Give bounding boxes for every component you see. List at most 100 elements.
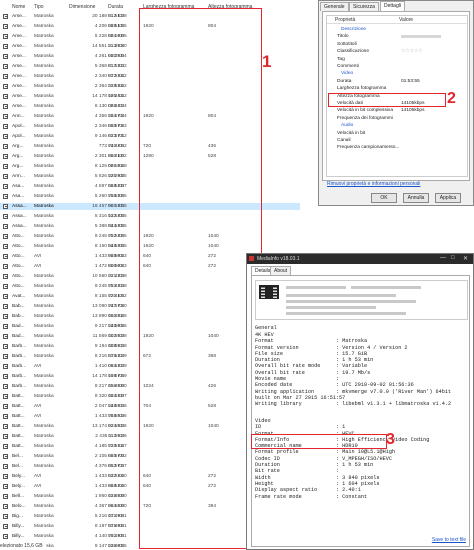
video-file-icon — [3, 534, 8, 539]
file-duration: 01:42:52 — [108, 144, 127, 149]
file-name: Ame... — [12, 24, 26, 29]
apply-button[interactable]: Applica — [435, 193, 461, 203]
close-icon[interactable]: ✕ — [463, 255, 468, 262]
property-name: Video — [341, 71, 354, 77]
property-row[interactable]: Classificazione ☆☆☆☆☆ — [327, 48, 467, 55]
file-duration: 01:57:24 — [108, 114, 127, 119]
file-type: Matroska — [34, 174, 54, 179]
remove-properties-link[interactable]: Rimuovi proprietà e informazioni persona… — [327, 181, 420, 187]
file-type: Matroska — [34, 144, 54, 149]
file-name: Bel... — [12, 464, 23, 469]
maximize-icon[interactable]: □ — [451, 255, 455, 261]
file-type: Matroska — [34, 204, 54, 209]
video-file-icon — [3, 14, 8, 19]
file-name: Avat... — [12, 294, 26, 299]
column-header-property[interactable]: Proprietà — [335, 17, 355, 23]
property-row[interactable]: Commenti — [327, 63, 467, 70]
property-row[interactable]: Frequenza campionamento... — [327, 144, 467, 151]
file-name: Bely... — [12, 484, 25, 489]
property-row[interactable]: Titolo — [327, 33, 467, 40]
file-duration: 01:55:38 — [108, 344, 127, 349]
file-type: AVI — [34, 404, 42, 409]
status-bar-selection: elezionato 15,6 GB — [0, 543, 46, 549]
file-type: Matroska — [34, 324, 54, 329]
property-row[interactable]: Canali — [327, 137, 467, 144]
file-name: Ann... — [12, 114, 25, 119]
annotation-label-2: 2 — [447, 90, 456, 107]
file-type: Matroska — [34, 194, 54, 199]
save-to-text-file-link[interactable]: Save to text file — [432, 537, 466, 543]
rating-stars-icon[interactable]: ☆☆☆☆☆ — [401, 49, 423, 54]
video-file-icon — [3, 84, 8, 89]
column-header-name[interactable]: Nome — [12, 4, 25, 10]
property-row[interactable]: Durata 01:53:55 — [327, 78, 467, 85]
file-name: Big... — [12, 514, 23, 519]
file-name: Batt... — [12, 414, 25, 419]
property-name: Larghezza fotogramma — [337, 86, 387, 92]
tab-sicurezza[interactable]: Sicurezza — [349, 2, 379, 11]
file-duration: 01:53:32 — [108, 64, 127, 69]
video-file-icon — [3, 284, 8, 289]
property-row[interactable]: Velocità in bit — [327, 130, 467, 137]
video-file-icon — [3, 364, 8, 369]
tab-about[interactable]: About — [270, 266, 292, 275]
property-value: 01:53:55 — [401, 78, 420, 84]
file-name: Batt... — [12, 404, 25, 409]
file-type: Matroska — [34, 424, 54, 429]
file-duration: 02:34:34 — [108, 104, 127, 109]
file-type: Matroska — [34, 244, 54, 249]
file-duration: 02:41:52 — [108, 294, 127, 299]
tab-dettagli[interactable]: Dettagli — [380, 1, 405, 11]
property-row[interactable]: Velocità in bit complessiva 14105kbps — [327, 107, 467, 114]
minimize-icon[interactable]: — — [440, 255, 446, 261]
video-file-icon — [3, 154, 8, 159]
column-header-type[interactable]: Tipo — [34, 4, 44, 10]
file-type: Matroska — [34, 154, 54, 159]
file-type: Matroska — [34, 274, 54, 279]
property-name: Tag — [337, 56, 345, 62]
file-name: Belo... — [12, 504, 26, 509]
property-row[interactable]: Frequenza dei fotogrammi — [327, 115, 467, 122]
properties-tabs: Generale Sicurezza Dettagli — [320, 1, 470, 11]
property-section: Descrizione — [327, 26, 467, 33]
video-file-icon — [3, 224, 8, 229]
video-file-icon — [3, 524, 8, 529]
video-file-icon — [3, 44, 8, 49]
property-name: Durata — [337, 78, 352, 84]
column-header-duration[interactable]: Durata — [108, 4, 123, 10]
mediainfo-summary — [255, 280, 468, 320]
property-name: Descrizione — [341, 27, 367, 32]
mediainfo-titlebar: MediaInfo v18.03.1 — □ ✕ — [247, 254, 473, 264]
video-file-icon — [3, 304, 8, 309]
file-type: AVI — [34, 474, 42, 479]
property-name: Velocità in bit complessiva — [337, 108, 393, 114]
file-duration: 02:10:05 — [108, 34, 127, 39]
property-row[interactable]: Tag — [327, 56, 467, 63]
redacted-line — [286, 300, 416, 303]
file-type: Matroska — [34, 454, 54, 459]
file-duration: 01:53:55 — [108, 234, 127, 239]
file-type: Matroska — [34, 294, 54, 299]
annotation-box-1 — [139, 8, 262, 549]
file-name: Atto... — [12, 244, 25, 249]
file-type: Matroska — [34, 384, 54, 389]
property-name: Commenti — [337, 64, 359, 69]
file-name: Asa... — [12, 184, 25, 189]
tab-generale[interactable]: Generale — [320, 2, 349, 11]
file-name: Batt... — [12, 424, 25, 429]
file-name: Arg... — [12, 154, 24, 159]
file-name: Atto... — [12, 284, 25, 289]
file-type: Matroska — [34, 514, 54, 519]
file-duration: 01:49:51 — [108, 514, 127, 519]
ok-button[interactable]: OK — [371, 193, 397, 203]
redacted-line — [286, 312, 406, 315]
property-name: Sottotitoli — [337, 41, 357, 47]
file-duration: 01:53:55 — [108, 194, 127, 199]
column-header-value[interactable]: Valore — [399, 17, 413, 23]
file-duration: 01:53:55 — [108, 244, 127, 249]
cancel-button[interactable]: Annulla — [403, 193, 429, 203]
redacted-line — [286, 294, 396, 297]
property-row[interactable]: Larghezza fotogramma — [327, 85, 467, 92]
property-row[interactable]: Sottotitoli — [327, 41, 467, 48]
column-header-size[interactable]: Dimensione — [69, 4, 95, 10]
